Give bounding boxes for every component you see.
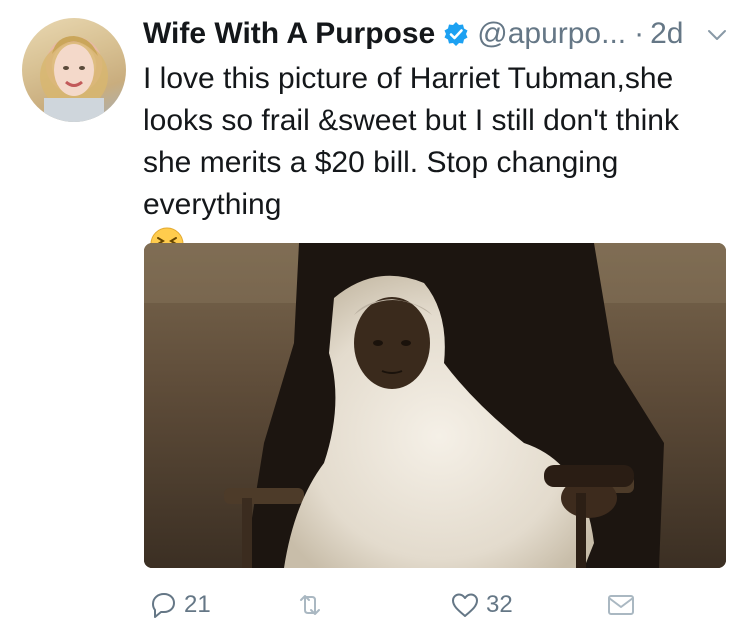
tweet-photo[interactable] — [144, 243, 726, 568]
reply-button[interactable]: 21 — [148, 590, 211, 620]
harriet-tubman-photo — [144, 243, 726, 568]
verified-badge-icon — [443, 21, 469, 47]
envelope-icon — [608, 595, 634, 615]
tweet-actions: 21 32 — [140, 590, 740, 630]
like-count: 32 — [486, 591, 513, 618]
tweet-text: I love this picture of Harriet Tubman,sh… — [143, 58, 733, 262]
timestamp[interactable]: 2d — [650, 17, 683, 51]
separator-dot: · — [634, 17, 645, 50]
heart-icon — [452, 593, 478, 617]
tweet-header: Wife With A Purpose @apurpo... · 2d — [143, 12, 732, 56]
tweet-text-line: she merits a $20 bill. Stop changing — [143, 146, 619, 179]
retweet-button[interactable] — [295, 590, 331, 620]
direct-message-button[interactable] — [606, 590, 636, 620]
retweet-icon — [300, 595, 320, 615]
display-name[interactable]: Wife With A Purpose — [143, 17, 435, 51]
chevron-down-icon[interactable] — [704, 22, 730, 48]
tweet-text-line: looks so frail &sweet but I still don't … — [143, 104, 679, 137]
avatar[interactable] — [22, 18, 126, 122]
user-handle[interactable]: @apurpo... — [477, 17, 626, 51]
tweet-text-line: I love this picture of Harriet Tubman,sh… — [143, 62, 674, 95]
reply-count: 21 — [184, 591, 211, 618]
reply-icon — [152, 593, 175, 618]
avatar-photo — [40, 36, 108, 122]
like-button[interactable]: 32 — [450, 590, 513, 620]
tweet-text-line: everything — [143, 188, 282, 221]
